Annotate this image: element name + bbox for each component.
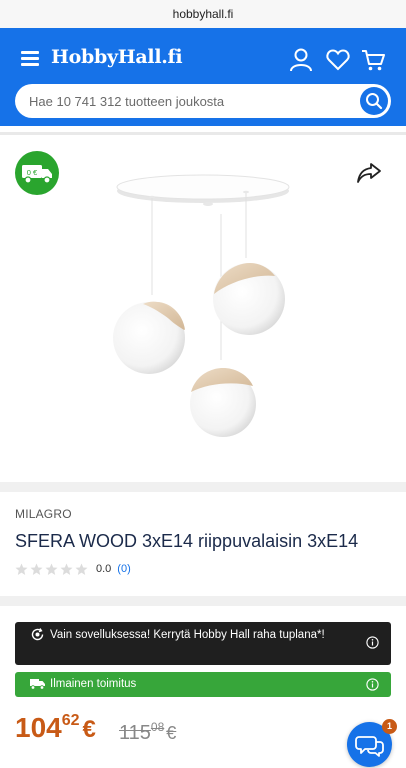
old-price-currency: €	[166, 723, 177, 743]
free-delivery-badge: 0 €	[15, 151, 59, 195]
promo-text: Vain sovelluksessa! Kerrytä Hobby Hall r…	[50, 629, 325, 641]
user-icon[interactable]	[288, 47, 314, 73]
price-currency: €	[82, 716, 96, 743]
shipping-text: Ilmainen toimitus	[50, 678, 137, 690]
info-icon[interactable]	[366, 636, 379, 649]
site-logo[interactable]: HobbyHall.fi	[51, 46, 183, 68]
section-separator	[0, 482, 406, 492]
price-decimals: 62	[61, 712, 80, 729]
share-icon[interactable]	[355, 160, 383, 186]
header-divider	[0, 132, 406, 135]
cart-icon[interactable]	[360, 47, 386, 73]
section-separator	[0, 596, 406, 606]
star-icon	[15, 563, 28, 575]
heart-icon[interactable]	[325, 47, 351, 73]
truck-icon	[30, 679, 45, 690]
menu-icon[interactable]	[21, 51, 39, 66]
star-icon	[45, 563, 58, 575]
product-rating[interactable]: 0.0 (0)	[15, 562, 131, 576]
star-icon	[60, 563, 73, 575]
browser-url-bar[interactable]: hobbyhall.fi	[0, 0, 406, 28]
delivery-truck-icon: 0 €	[22, 165, 52, 184]
current-price: 10462 €	[15, 712, 96, 744]
free-shipping-banner[interactable]: Ilmainen toimitus	[15, 672, 391, 697]
info-icon[interactable]	[366, 678, 379, 691]
delivery-badge-text: 0 €	[27, 168, 38, 177]
search-icon	[366, 93, 383, 110]
app-promo-banner[interactable]: Vain sovelluksessa! Kerrytä Hobby Hall r…	[15, 622, 391, 665]
chat-notification-badge: 1	[382, 719, 397, 734]
product-image[interactable]	[100, 170, 306, 450]
review-count-link[interactable]: (0)	[117, 563, 130, 575]
url-text: hobbyhall.fi	[172, 7, 234, 21]
star-icon	[30, 563, 43, 575]
old-price-integer: 115	[119, 722, 151, 744]
old-price-decimals: 08	[150, 720, 165, 734]
refresh-coin-icon	[31, 628, 44, 641]
rating-value: 0.0	[96, 563, 112, 575]
search-button[interactable]	[360, 87, 388, 115]
product-brand[interactable]: MILAGRO	[15, 507, 72, 521]
old-price: 11508 €	[119, 720, 176, 745]
price-integer: 104	[15, 712, 62, 743]
search-bar	[15, 84, 391, 118]
product-title: SFERA WOOD 3xE14 riippuvalaisin 3xE14	[15, 531, 359, 551]
site-header: HobbyHall.fi	[0, 28, 406, 126]
star-icon	[75, 563, 88, 575]
search-input[interactable]	[29, 84, 359, 118]
